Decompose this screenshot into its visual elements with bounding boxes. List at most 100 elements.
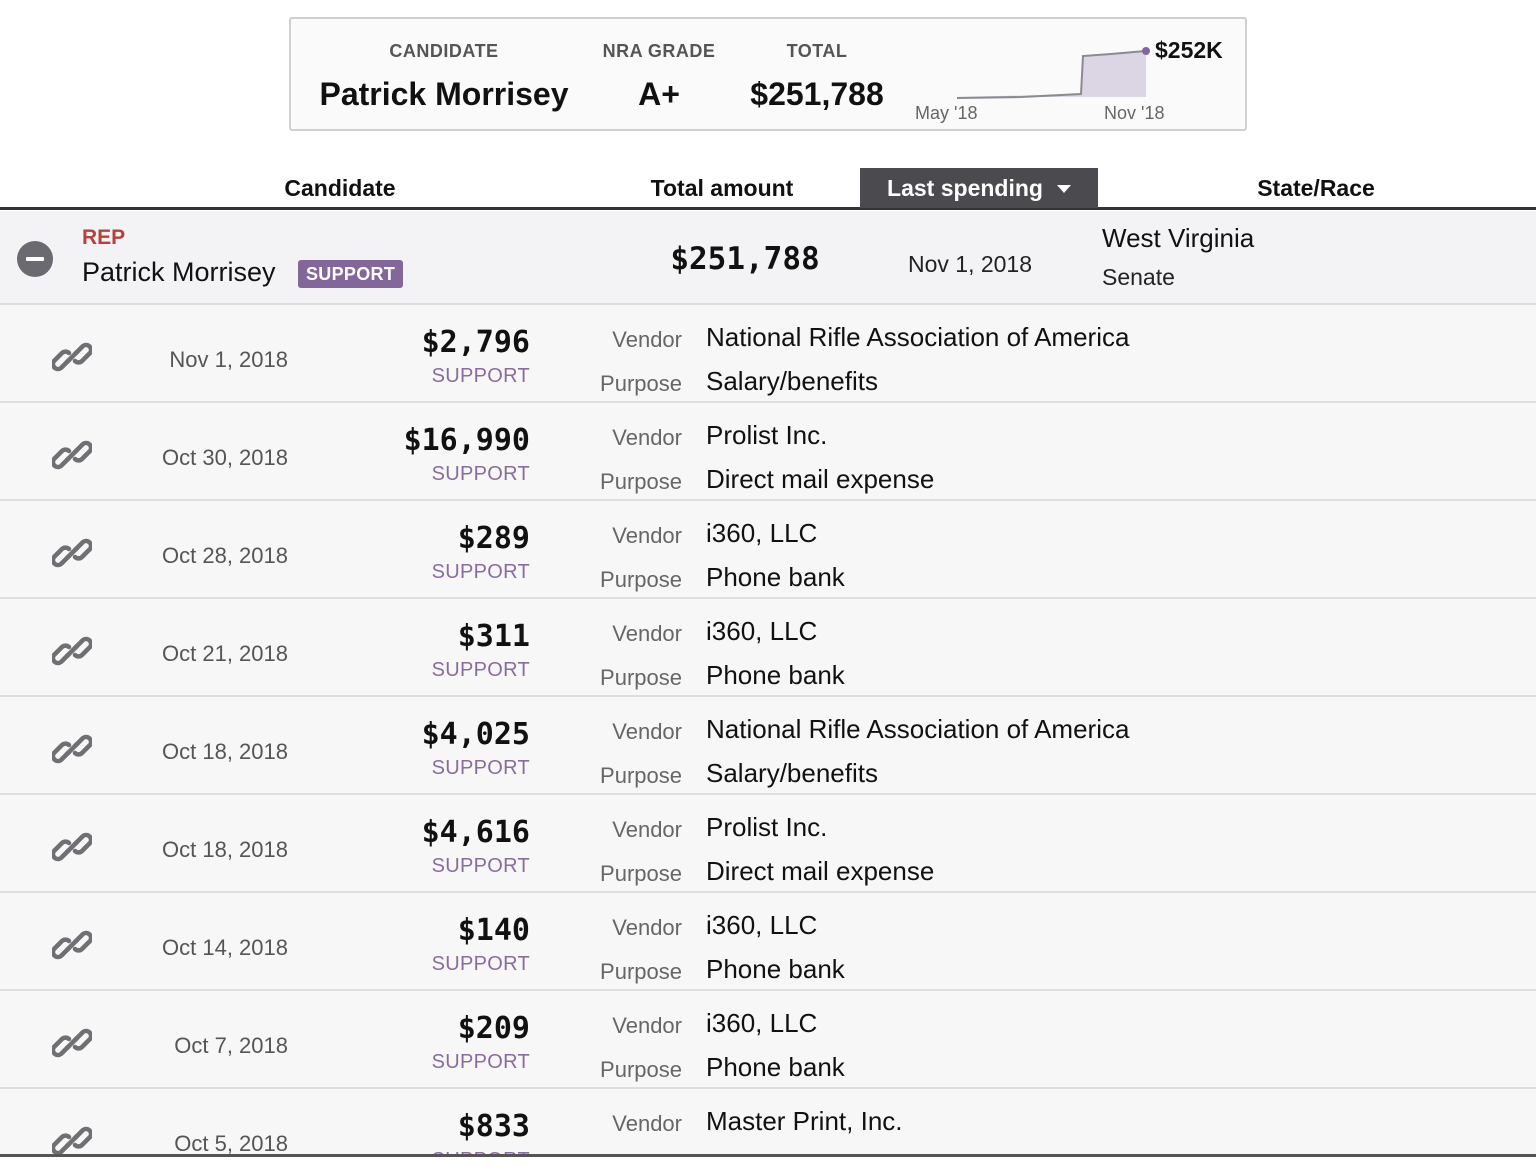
- summary-total-value: $251,788: [750, 76, 884, 112]
- column-header-last-spending[interactable]: Last spending: [860, 168, 1098, 208]
- candidate-state: West Virginia: [1102, 223, 1255, 253]
- link-icon[interactable]: [52, 729, 92, 769]
- candidate-total-amount: $251,788: [670, 241, 820, 277]
- expense-support-label: SUPPORT: [431, 463, 530, 485]
- link-icon[interactable]: [52, 435, 92, 475]
- link-icon[interactable]: [52, 925, 92, 965]
- expense-date: Oct 18, 2018: [162, 739, 288, 764]
- table-header: Candidate Total amount Last spending Sta…: [0, 168, 1536, 210]
- expense-date: Oct 7, 2018: [174, 1033, 288, 1058]
- purpose-key: Purpose: [600, 1057, 682, 1082]
- expense-support-label: SUPPORT: [431, 953, 530, 975]
- candidate-row[interactable]: REP Patrick Morrisey SUPPORT $251,788 No…: [0, 211, 1536, 305]
- summary-total: TOTAL $251,788: [739, 41, 895, 113]
- expense-row: Nov 1, 2018 $2,796 SUPPORT Vendor Nation…: [0, 305, 1536, 403]
- link-icon[interactable]: [52, 1023, 92, 1063]
- summary-total-label: TOTAL: [786, 41, 848, 61]
- purpose-value: Phone bank: [706, 660, 845, 690]
- purpose-key: Purpose: [600, 763, 682, 788]
- sparkline-start-label: May '18: [915, 103, 978, 123]
- vendor-value: National Rifle Association of America: [706, 322, 1130, 352]
- candidate-name: Patrick Morrisey: [82, 257, 276, 287]
- vendor-key: Vendor: [612, 915, 682, 940]
- column-header-total[interactable]: Total amount: [600, 168, 844, 208]
- candidate-last-spending: Nov 1, 2018: [907, 251, 1033, 277]
- vendor-key: Vendor: [612, 1111, 682, 1136]
- party-label: REP: [82, 226, 126, 249]
- purpose-value: Salary/benefits: [706, 758, 878, 788]
- collapse-icon[interactable]: [17, 241, 53, 277]
- summary-card: CANDIDATE Patrick Morrisey NRA GRADE A+ …: [289, 17, 1247, 131]
- vendor-value: Master Print, Inc.: [706, 1106, 903, 1136]
- expense-support-label: SUPPORT: [431, 1051, 530, 1073]
- link-icon[interactable]: [52, 337, 92, 377]
- expense-amount: $140: [457, 913, 530, 948]
- vendor-value: i360, LLC: [706, 1008, 818, 1038]
- purpose-key: Purpose: [600, 567, 682, 592]
- expense-amount: $833: [457, 1109, 530, 1144]
- expense-row: Oct 18, 2018 $4,025 SUPPORT Vendor Natio…: [0, 697, 1536, 795]
- candidate-race: Senate: [1102, 264, 1175, 290]
- vendor-value: i360, LLC: [706, 518, 818, 548]
- vendor-value: Prolist Inc.: [706, 812, 828, 842]
- vendor-value: Prolist Inc.: [706, 420, 828, 450]
- expense-amount: $16,990: [403, 423, 530, 458]
- vendor-key: Vendor: [612, 523, 682, 548]
- summary-grade-value: A+: [638, 76, 680, 112]
- vendor-key: Vendor: [612, 621, 682, 646]
- expense-support-label: SUPPORT: [431, 365, 530, 387]
- link-icon[interactable]: [52, 827, 92, 867]
- expense-amount: $4,616: [421, 815, 530, 850]
- vendor-key: Vendor: [612, 425, 682, 450]
- purpose-key: Purpose: [600, 469, 682, 494]
- purpose-key: Purpose: [600, 665, 682, 690]
- summary-grade: NRA GRADE A+: [597, 41, 721, 113]
- column-header-last-spending-label: Last spending: [887, 175, 1043, 201]
- expense-amount: $4,025: [421, 717, 530, 752]
- expense-support-label: SUPPORT: [431, 757, 530, 779]
- expense-amount: $311: [457, 619, 530, 654]
- purpose-value: Phone bank: [706, 1052, 845, 1082]
- sparkline-area: [957, 52, 1146, 97]
- purpose-value: Direct mail expense: [706, 464, 935, 494]
- bottom-edge: [0, 1154, 1536, 1173]
- expense-date: Oct 28, 2018: [162, 543, 288, 568]
- expense-amount: $2,796: [421, 325, 530, 360]
- vendor-key: Vendor: [612, 719, 682, 744]
- purpose-key: Purpose: [600, 371, 682, 396]
- vendor-key: Vendor: [612, 817, 682, 842]
- expense-support-label: SUPPORT: [431, 659, 530, 681]
- sparkline-peak-label: $252K: [1155, 37, 1223, 63]
- link-icon[interactable]: [52, 631, 92, 671]
- expense-row: Oct 18, 2018 $4,616 SUPPORT Vendor Proli…: [0, 795, 1536, 893]
- expense-date: Nov 1, 2018: [169, 347, 288, 372]
- purpose-key: Purpose: [600, 861, 682, 886]
- vendor-value: i360, LLC: [706, 616, 818, 646]
- vendor-key: Vendor: [612, 1013, 682, 1038]
- support-badge: SUPPORT: [298, 260, 404, 288]
- summary-candidate-name: Patrick Morrisey: [319, 76, 569, 112]
- purpose-key: Purpose: [600, 959, 682, 984]
- summary-candidate: CANDIDATE Patrick Morrisey: [313, 41, 575, 113]
- sparkline-end-label: Nov '18: [1104, 103, 1165, 123]
- expense-row: Oct 21, 2018 $311 SUPPORT Vendor i360, L…: [0, 599, 1536, 697]
- expense-amount: $209: [457, 1011, 530, 1046]
- summary-candidate-label: CANDIDATE: [389, 41, 499, 61]
- expense-date: Oct 18, 2018: [162, 837, 288, 862]
- expense-row: Oct 14, 2018 $140 SUPPORT Vendor i360, L…: [0, 893, 1536, 991]
- summary-grade-label: NRA GRADE: [602, 41, 716, 61]
- expense-support-label: SUPPORT: [431, 561, 530, 583]
- purpose-value: Direct mail expense: [706, 856, 935, 886]
- vendor-key: Vendor: [612, 327, 682, 352]
- expense-date: Oct 14, 2018: [162, 935, 288, 960]
- column-header-state-race[interactable]: State/Race: [1196, 168, 1436, 208]
- column-header-candidate[interactable]: Candidate: [180, 168, 500, 208]
- expense-row: Oct 28, 2018 $289 SUPPORT Vendor i360, L…: [0, 501, 1536, 599]
- purpose-value: Salary/benefits: [706, 366, 878, 396]
- sparkline-endpoint: [1142, 47, 1150, 55]
- expense-row: Oct 7, 2018 $209 SUPPORT Vendor i360, LL…: [0, 991, 1536, 1089]
- expense-date: Oct 30, 2018: [162, 445, 288, 470]
- vendor-value: National Rifle Association of America: [706, 714, 1130, 744]
- expense-date: Oct 21, 2018: [162, 641, 288, 666]
- link-icon[interactable]: [52, 533, 92, 573]
